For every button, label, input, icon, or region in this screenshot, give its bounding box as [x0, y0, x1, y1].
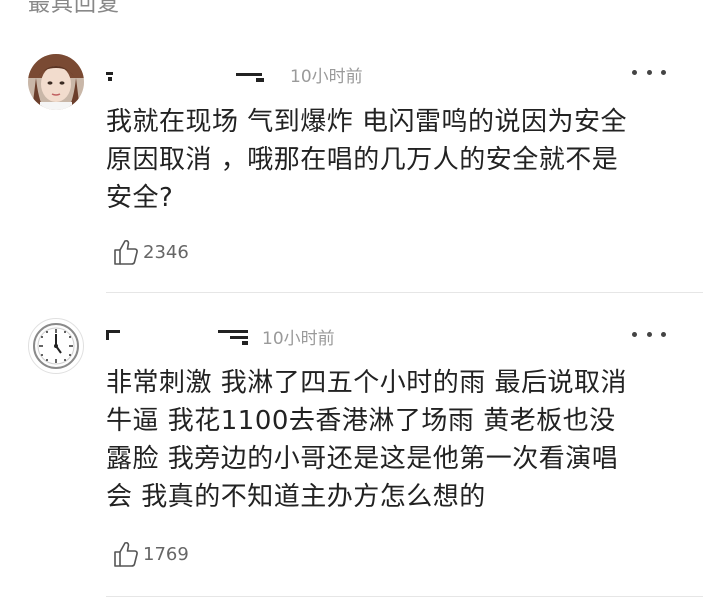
username-redaction [242, 341, 248, 345]
username-redaction [230, 336, 248, 339]
username-redaction [106, 72, 113, 75]
more-dots-icon [661, 331, 666, 337]
comment-text: 非常刺激 我淋了四五个小时的雨 最后说取消 牛逼 我花1100去香港淋了场雨 黄… [106, 368, 628, 512]
like-count: 2346 [143, 241, 189, 263]
more-dots-icon [661, 69, 666, 75]
comment-text: 我就在现场 气到爆炸 电闪雷鸣的说因为安全 原因取消 ，哦那在唱的几万人的安全就… [106, 107, 628, 213]
thumb-up-icon [114, 239, 138, 265]
like-count: 1769 [143, 543, 189, 565]
more-options-button[interactable] [632, 64, 666, 80]
username-redaction [106, 330, 109, 340]
user-avatar[interactable] [28, 54, 84, 110]
username[interactable] [106, 62, 276, 86]
clock-avatar-icon [33, 323, 79, 369]
more-options-button[interactable] [632, 326, 666, 342]
username-redaction [256, 78, 264, 82]
username-redaction [218, 330, 248, 333]
more-dots-icon [632, 69, 637, 75]
comment-time: 10小时前 [262, 329, 335, 349]
comment-time: 10小时前 [290, 67, 363, 87]
section-title: 最具回复 [28, 0, 121, 17]
like-button[interactable]: 1769 [112, 540, 189, 568]
more-dots-icon [646, 69, 652, 75]
username-redaction [108, 77, 112, 81]
more-dots-icon [646, 331, 652, 337]
user-avatar[interactable] [28, 318, 84, 374]
more-dots-icon [632, 331, 637, 337]
like-button[interactable]: 2346 [112, 238, 189, 266]
thumb-up-icon [114, 541, 138, 567]
portrait-avatar-icon [28, 54, 84, 110]
username[interactable] [106, 322, 256, 346]
username-redaction [236, 73, 262, 76]
comment-divider [106, 596, 703, 597]
comment-divider [106, 292, 703, 293]
